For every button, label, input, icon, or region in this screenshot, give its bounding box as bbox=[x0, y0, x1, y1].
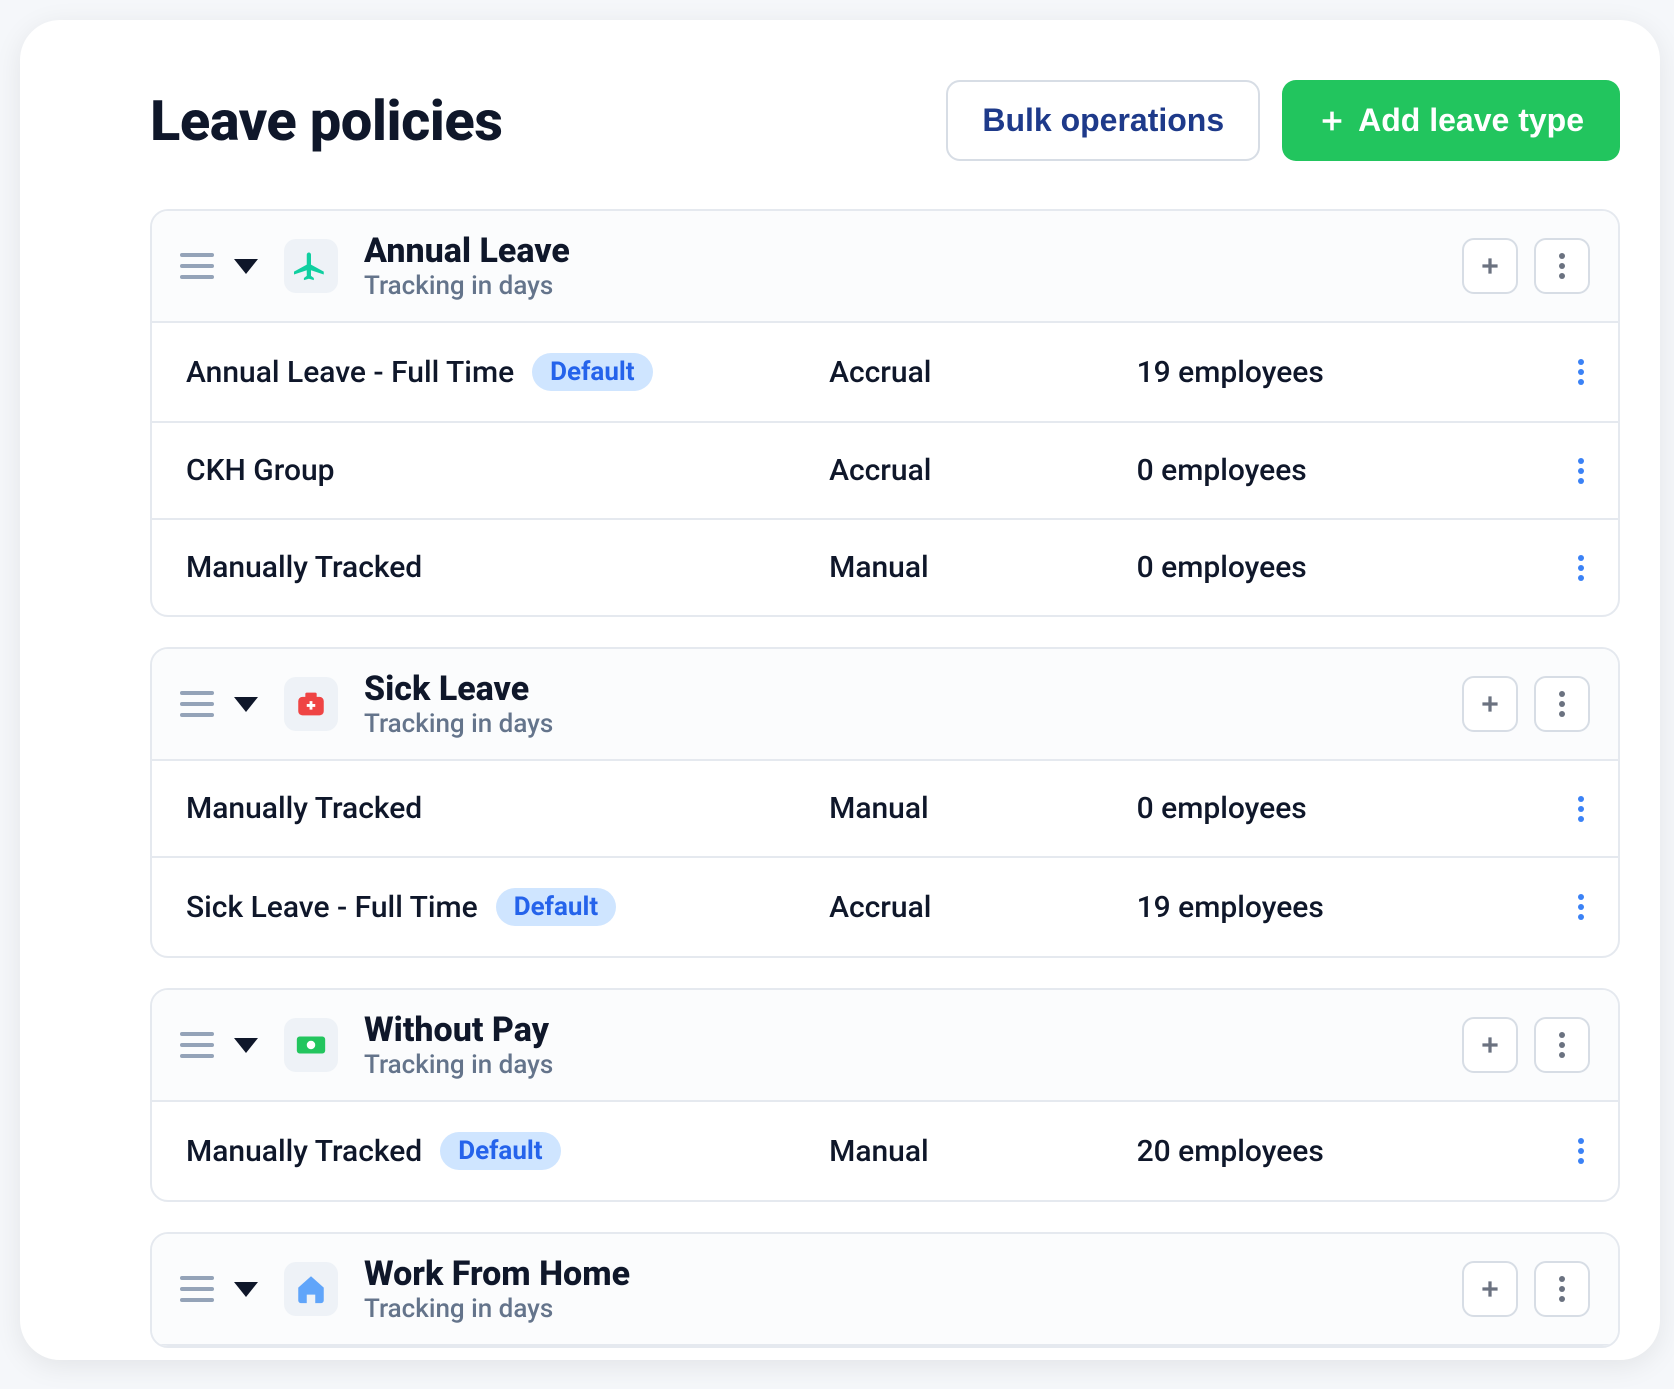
policy-row[interactable]: Manually Tracked Manual 0 employees bbox=[152, 520, 1618, 615]
policy-row[interactable]: Sick Leave - Full Time Default Accrual 1… bbox=[152, 858, 1618, 956]
type-menu-button[interactable] bbox=[1534, 676, 1590, 732]
bulk-operations-button[interactable]: Bulk operations bbox=[946, 80, 1260, 161]
policy-row[interactable]: Manually Tracked Default Manual 20 emplo… bbox=[152, 1102, 1618, 1200]
policy-method: Manual bbox=[829, 550, 1137, 585]
leave-type-card-sick-leave: Sick Leave Tracking in days Manually Tra… bbox=[150, 647, 1620, 958]
row-menu-button[interactable] bbox=[1578, 1138, 1584, 1164]
plane-icon bbox=[284, 239, 338, 293]
plus-icon bbox=[1477, 1032, 1503, 1058]
row-menu-button[interactable] bbox=[1578, 894, 1584, 920]
policy-method: Manual bbox=[829, 1134, 1137, 1169]
row-menu-button[interactable] bbox=[1578, 458, 1584, 484]
leave-type-subtitle: Tracking in days bbox=[364, 271, 570, 301]
leave-type-header: Annual Leave Tracking in days bbox=[152, 211, 1618, 323]
home-icon bbox=[284, 1262, 338, 1316]
leave-type-title: Work From Home bbox=[364, 1254, 630, 1294]
plus-icon bbox=[1318, 107, 1346, 135]
add-policy-button[interactable] bbox=[1462, 1261, 1518, 1317]
leave-type-subtitle: Tracking in days bbox=[364, 1294, 630, 1324]
default-badge: Default bbox=[496, 888, 616, 926]
default-badge: Default bbox=[440, 1132, 560, 1170]
type-menu-button[interactable] bbox=[1534, 1261, 1590, 1317]
bulk-operations-label: Bulk operations bbox=[982, 102, 1224, 139]
drag-handle-icon[interactable] bbox=[180, 253, 214, 279]
cash-icon bbox=[284, 1018, 338, 1072]
row-menu-button[interactable] bbox=[1578, 555, 1584, 581]
medkit-icon bbox=[284, 677, 338, 731]
type-menu-button[interactable] bbox=[1534, 1017, 1590, 1073]
plus-icon bbox=[1477, 253, 1503, 279]
row-menu-button[interactable] bbox=[1578, 359, 1584, 385]
policy-employees: 0 employees bbox=[1137, 453, 1487, 488]
policy-employees: 20 employees bbox=[1137, 1134, 1487, 1169]
leave-type-header: Work From Home Tracking in days bbox=[152, 1234, 1618, 1346]
leave-type-title: Without Pay bbox=[364, 1010, 553, 1050]
policy-row[interactable]: CKH Group Accrual 0 employees bbox=[152, 423, 1618, 520]
plus-icon bbox=[1477, 691, 1503, 717]
more-vertical-icon bbox=[1559, 691, 1565, 717]
add-leave-type-label: Add leave type bbox=[1358, 102, 1584, 139]
policy-name: Annual Leave - Full Time bbox=[186, 355, 514, 390]
policy-method: Accrual bbox=[829, 355, 1137, 390]
policy-name: CKH Group bbox=[186, 453, 335, 488]
policy-name: Manually Tracked bbox=[186, 550, 422, 585]
more-vertical-icon bbox=[1578, 359, 1584, 385]
more-vertical-icon bbox=[1559, 253, 1565, 279]
policy-row[interactable]: Manually Tracked Manual 0 employees bbox=[152, 761, 1618, 858]
leave-type-header: Without Pay Tracking in days bbox=[152, 990, 1618, 1102]
policy-name: Sick Leave - Full Time bbox=[186, 890, 478, 925]
caret-down-icon[interactable] bbox=[234, 1282, 258, 1297]
caret-down-icon[interactable] bbox=[234, 259, 258, 274]
more-vertical-icon bbox=[1578, 1138, 1584, 1164]
policy-employees: 0 employees bbox=[1137, 550, 1487, 585]
leave-type-card-without-pay: Without Pay Tracking in days Manually Tr… bbox=[150, 988, 1620, 1202]
policy-row[interactable]: Annual Leave - Full Time Default Accrual… bbox=[152, 323, 1618, 423]
policy-employees: 19 employees bbox=[1137, 890, 1487, 925]
add-policy-button[interactable] bbox=[1462, 238, 1518, 294]
policy-employees: 0 employees bbox=[1137, 791, 1487, 826]
leave-type-subtitle: Tracking in days bbox=[364, 709, 553, 739]
caret-down-icon[interactable] bbox=[234, 1038, 258, 1053]
drag-handle-icon[interactable] bbox=[180, 1032, 214, 1058]
policy-name: Manually Tracked bbox=[186, 791, 422, 826]
more-vertical-icon bbox=[1578, 894, 1584, 920]
more-vertical-icon bbox=[1559, 1032, 1565, 1058]
add-policy-button[interactable] bbox=[1462, 676, 1518, 732]
default-badge: Default bbox=[532, 353, 652, 391]
leave-type-card-work-from-home: Work From Home Tracking in days bbox=[150, 1232, 1620, 1348]
more-vertical-icon bbox=[1578, 555, 1584, 581]
more-vertical-icon bbox=[1578, 796, 1584, 822]
drag-handle-icon[interactable] bbox=[180, 1276, 214, 1302]
policy-method: Accrual bbox=[829, 453, 1137, 488]
leave-type-title: Annual Leave bbox=[364, 231, 570, 271]
policy-name: Manually Tracked bbox=[186, 1134, 422, 1169]
leave-type-subtitle: Tracking in days bbox=[364, 1050, 553, 1080]
more-vertical-icon bbox=[1559, 1276, 1565, 1302]
add-policy-button[interactable] bbox=[1462, 1017, 1518, 1073]
more-vertical-icon bbox=[1578, 458, 1584, 484]
row-menu-button[interactable] bbox=[1578, 796, 1584, 822]
plus-icon bbox=[1477, 1276, 1503, 1302]
caret-down-icon[interactable] bbox=[234, 697, 258, 712]
page-title: Leave policies bbox=[150, 88, 502, 154]
type-menu-button[interactable] bbox=[1534, 238, 1590, 294]
leave-type-header: Sick Leave Tracking in days bbox=[152, 649, 1618, 761]
drag-handle-icon[interactable] bbox=[180, 691, 214, 717]
policy-method: Accrual bbox=[829, 890, 1137, 925]
leave-type-card-annual-leave: Annual Leave Tracking in days Annual Lea… bbox=[150, 209, 1620, 617]
add-leave-type-button[interactable]: Add leave type bbox=[1282, 80, 1620, 161]
policy-method: Manual bbox=[829, 791, 1137, 826]
leave-type-title: Sick Leave bbox=[364, 669, 553, 709]
policy-employees: 19 employees bbox=[1137, 355, 1487, 390]
